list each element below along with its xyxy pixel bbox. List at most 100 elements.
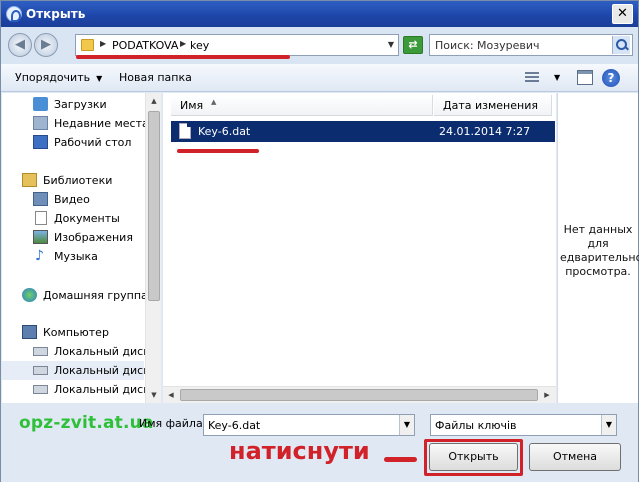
organize-button[interactable]: Упорядочить ▼ [15, 71, 102, 84]
libraries-icon [22, 173, 37, 187]
column-label: Дата изменения [443, 99, 538, 112]
chevron-down-icon[interactable]: ▼ [601, 415, 616, 435]
back-button[interactable]: ◀ [8, 33, 32, 57]
breadcrumb-arrow-icon[interactable]: ▶ [180, 39, 186, 48]
nav-scrollbar[interactable]: ▲ ▼ [145, 93, 161, 403]
nav-item-disk-3[interactable]: Локальный диск ( [2, 380, 158, 399]
preview-message: Нет данных для едварительно просмотра. [560, 223, 639, 278]
nav-item-recent[interactable]: Недавние места [2, 114, 149, 133]
title-bar: Открыть ✕ [1, 1, 638, 27]
nav-item-homegroup[interactable]: Домашняя группа [2, 286, 148, 305]
app-icon [6, 6, 22, 22]
nav-item-libraries[interactable]: Библиотеки [2, 171, 144, 190]
red-dash-annotation [384, 457, 417, 462]
preview-pane: Нет данных для едварительно просмотра. [557, 93, 639, 403]
preview-pane-icon[interactable] [577, 70, 593, 85]
scrollbar-thumb[interactable] [180, 389, 538, 401]
scroll-up-icon[interactable]: ▲ [146, 93, 162, 109]
help-icon[interactable]: ? [602, 69, 620, 87]
filename-value: Key-6.dat [208, 419, 261, 432]
table-row[interactable]: Key-6.dat 24.01.2014 7:27 [171, 121, 555, 142]
filename-input[interactable]: Key-6.dat ▼ [203, 414, 415, 436]
sort-ascending-icon: ▲ [211, 98, 217, 106]
pictures-icon [33, 230, 48, 244]
nav-item-disk-2[interactable]: Локальный диск ( [2, 361, 158, 380]
recent-places-icon [33, 116, 48, 130]
nav-item-computer[interactable]: Компьютер [2, 323, 144, 342]
breadcrumb-segment[interactable]: PODATKOVA [112, 39, 178, 52]
refresh-icon[interactable]: ⇄ [403, 36, 423, 54]
chevron-down-icon[interactable]: ▼ [399, 415, 414, 435]
redacted-area [288, 38, 358, 52]
video-icon [33, 192, 48, 206]
red-underline-annotation [76, 55, 290, 59]
nav-item-label: Локальный диск ( [54, 383, 158, 396]
filetype-value: Файлы ключів [435, 419, 517, 432]
scrollbar-thumb[interactable] [148, 111, 160, 301]
filetype-select[interactable]: Файлы ключів ▼ [430, 414, 617, 436]
scroll-down-icon[interactable]: ▼ [146, 387, 162, 403]
scroll-left-icon[interactable]: ◀ [163, 387, 179, 403]
search-placeholder: Поиск: Мозуревич [435, 39, 540, 52]
open-file-dialog: Открыть ✕ ◀ ▶ ▶ PODATKOVA ▶ key ▼ ⇄ Поис… [0, 0, 639, 482]
view-dropdown-icon[interactable]: ▼ [554, 73, 560, 82]
navigation-pane: Загрузки Недавние места Рабочий стол Биб… [2, 93, 161, 403]
new-folder-button[interactable]: Новая папка [119, 71, 192, 84]
toolbar: Упорядочить ▼ Новая папка ▼ ? [1, 64, 638, 92]
homegroup-icon [22, 288, 37, 302]
red-underline-annotation [177, 149, 259, 153]
nav-item-downloads[interactable]: Загрузки [2, 95, 144, 114]
click-annotation: натиснути [229, 437, 370, 465]
address-bar[interactable]: ▶ PODATKOVA ▶ key ▼ [75, 34, 399, 56]
nav-item-label: Компьютер [43, 326, 109, 339]
documents-icon [35, 211, 47, 225]
nav-item-label: Недавние места [54, 117, 149, 130]
scroll-right-icon[interactable]: ▶ [539, 387, 555, 403]
breadcrumb-arrow-icon[interactable]: ▶ [100, 39, 106, 48]
disk-icon [33, 347, 48, 356]
cancel-button[interactable]: Отмена [529, 443, 621, 471]
nav-item-label: Библиотеки [43, 174, 113, 187]
close-button[interactable]: ✕ [612, 4, 633, 24]
open-button-highlight: Открыть [424, 439, 523, 476]
file-icon [179, 123, 191, 139]
nav-item-video[interactable]: Видео [2, 190, 144, 209]
nav-item-label: Локальный диск ( [54, 345, 158, 358]
view-options-icon[interactable] [525, 71, 539, 84]
organize-label: Упорядочить [15, 71, 91, 84]
watermark: opz-zvit.at.ua [19, 413, 154, 433]
column-header-date[interactable]: Дата изменения [434, 95, 552, 116]
breadcrumb-segment[interactable]: key [190, 39, 209, 52]
nav-item-label: Рабочий стол [54, 136, 132, 149]
address-row: ◀ ▶ ▶ PODATKOVA ▶ key ▼ ⇄ Поиск: Мозурев… [1, 27, 638, 64]
column-label: Имя [180, 99, 204, 112]
nav-item-label: Музыка [54, 250, 98, 263]
file-name: Key-6.dat [198, 125, 251, 138]
nav-item-label: Видео [54, 193, 90, 206]
nav-item-label: Изображения [54, 231, 133, 244]
nav-item-disk-1[interactable]: Локальный диск ( [2, 342, 158, 361]
nav-item-pictures[interactable]: Изображения [2, 228, 144, 247]
column-header-name[interactable]: Имя ▲ [171, 95, 433, 116]
chevron-down-icon: ▼ [96, 74, 103, 83]
nav-item-label: Домашняя группа [43, 289, 148, 302]
horizontal-scrollbar[interactable]: ◀ ▶ [163, 386, 556, 403]
search-input[interactable]: Поиск: Мозуревич [429, 34, 633, 56]
nav-item-label: Локальный диск ( [54, 364, 158, 377]
disk-icon [33, 385, 48, 394]
computer-icon [22, 325, 37, 339]
nav-item-documents[interactable]: Документы [2, 209, 144, 228]
nav-item-label: Документы [54, 212, 120, 225]
window-title: Открыть [26, 7, 86, 21]
nav-item-label: Загрузки [54, 98, 107, 111]
nav-item-desktop[interactable]: Рабочий стол [2, 133, 144, 152]
forward-button[interactable]: ▶ [34, 33, 58, 57]
music-icon: ♪ [35, 248, 44, 264]
address-dropdown-icon[interactable]: ▼ [388, 40, 394, 49]
open-button[interactable]: Открыть [429, 443, 518, 471]
search-icon[interactable] [612, 36, 630, 54]
file-modified-date: 24.01.2014 7:27 [439, 125, 531, 138]
nav-item-music[interactable]: ♪ Музыка [2, 247, 144, 266]
folder-icon [81, 39, 94, 51]
disk-icon [33, 366, 48, 375]
